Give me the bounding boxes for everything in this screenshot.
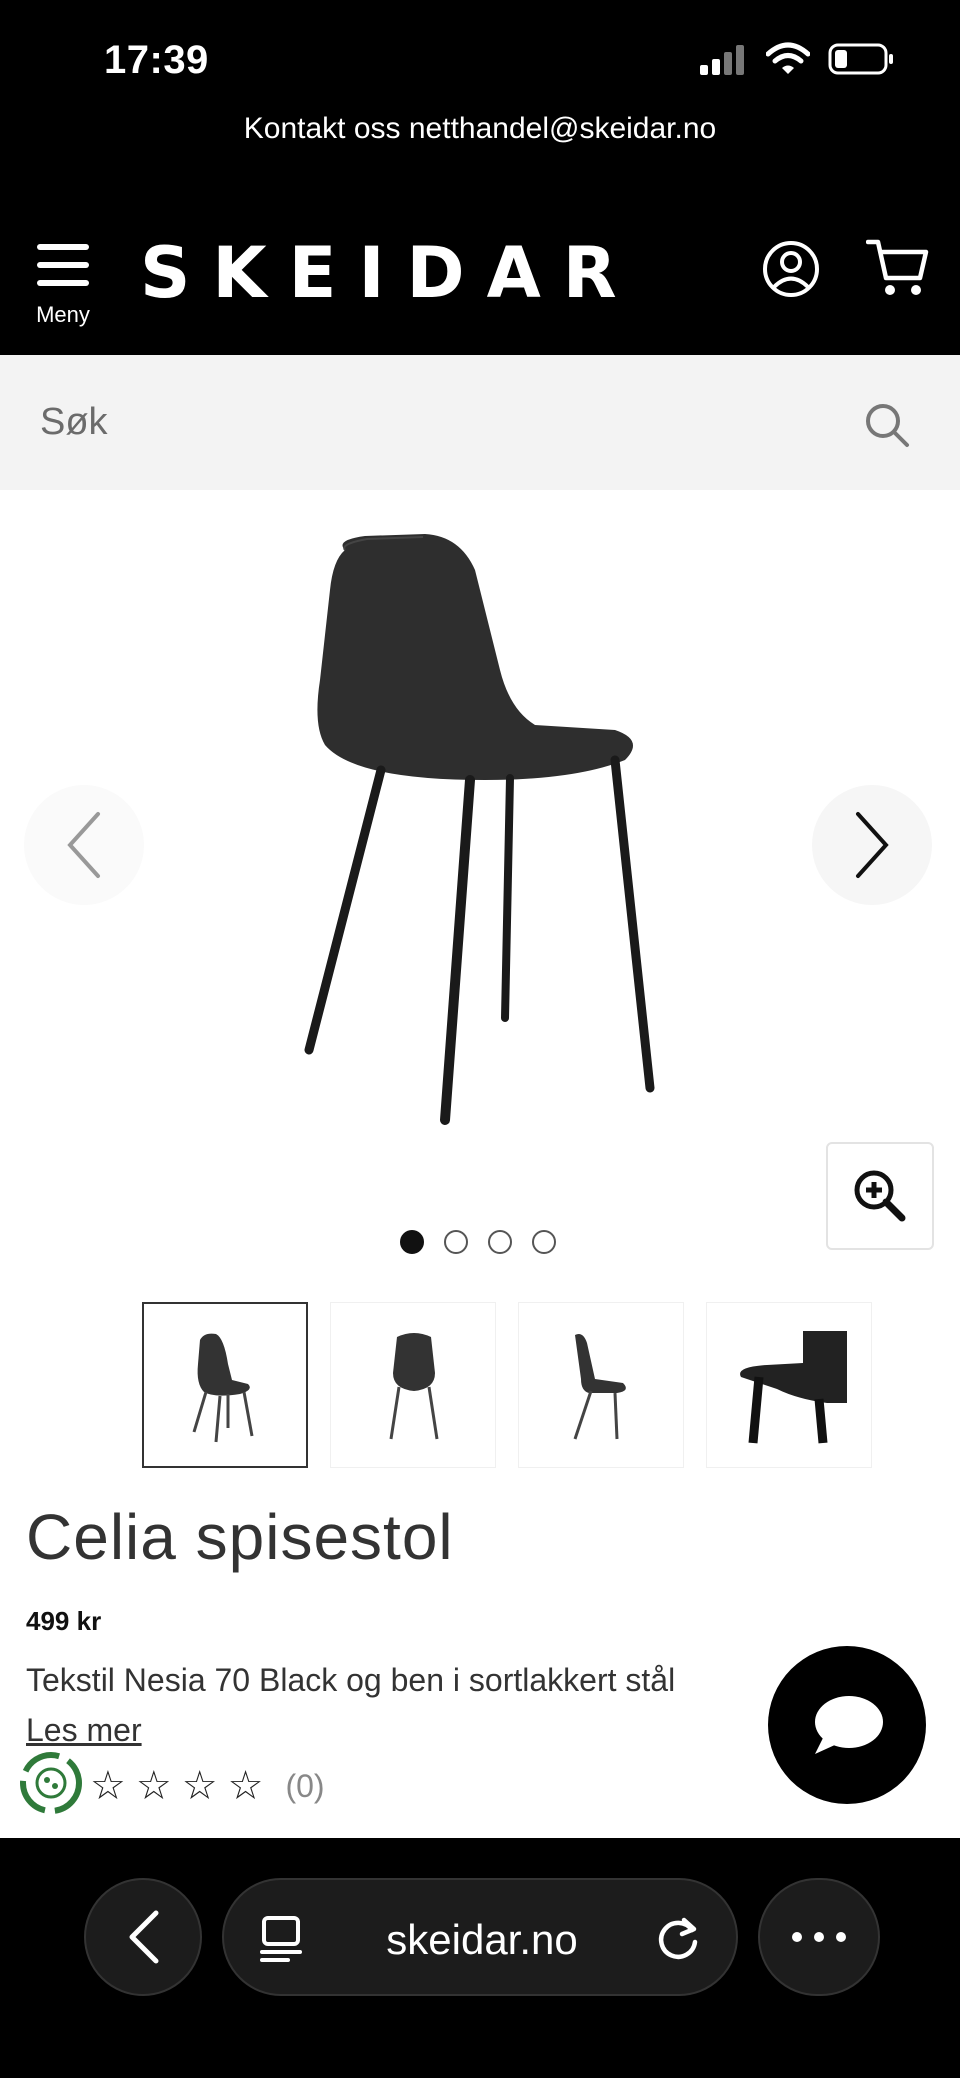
search-bar [0,355,960,490]
browser-back-button[interactable] [84,1878,202,1996]
next-image-button[interactable] [812,785,932,905]
product-rating[interactable]: ☆ ☆ ☆ ☆ (0) [90,1766,325,1806]
cart-icon[interactable] [866,238,930,298]
menu-label: Meny [36,302,90,327]
ellipsis-icon-dot [836,1932,846,1942]
product-price: 499 kr [26,1606,102,1636]
pagination-dot[interactable] [444,1230,468,1254]
thumbnail[interactable] [518,1302,684,1468]
account-icon[interactable] [762,240,820,298]
browser-toolbar: skeidar.no [0,1838,960,2078]
product-title: Celia spisestol [26,1501,454,1573]
hamburger-icon-bar [37,244,89,250]
read-more-link[interactable]: Les mer [26,1712,142,1749]
thumbnail-image [573,1334,626,1440]
more-options-button[interactable] [758,1878,880,1996]
battery-icon [828,43,893,75]
hamburger-icon-bar [37,280,89,286]
pagination-dot[interactable] [488,1230,512,1254]
star-empty-icon: ☆ [90,1764,126,1808]
chevron-left-icon [129,1910,159,1964]
thumbnail-image [389,1333,439,1440]
search-icon[interactable] [864,402,910,448]
brand-logo[interactable]: SKEIDAR [140,232,639,314]
signal-icon [700,45,744,75]
status-icons [700,42,894,76]
product-image[interactable] [285,530,685,1150]
ellipsis-icon-dot [814,1932,824,1942]
contact-text[interactable]: Kontakt oss netthandel@skeidar.no [0,112,960,146]
wifi-icon [766,42,810,74]
product-gallery [0,490,960,1290]
ellipsis-icon-dot [792,1932,802,1942]
chat-button[interactable] [768,1646,926,1804]
image-pagination [400,1230,556,1254]
star-empty-icon: ☆ [135,1764,172,1808]
address-bar[interactable]: skeidar.no [222,1878,738,1996]
hamburger-icon-bar [37,262,89,268]
thumbnail[interactable] [706,1302,872,1468]
thumbnail[interactable] [330,1302,496,1468]
previous-image-button[interactable] [24,785,144,905]
chevron-right-icon [856,812,889,878]
thumbnail-image [192,1333,254,1443]
rating-count: (0) [285,1767,325,1804]
pagination-dot[interactable] [400,1230,424,1254]
chat-bubble-icon [815,1696,883,1754]
star-empty-icon: ☆ [227,1764,264,1808]
zoom-button[interactable] [826,1142,934,1250]
top-header: 17:39 Kontakt oss netthandel@skeidar.no … [0,0,960,355]
thumbnail[interactable] [142,1302,308,1468]
zoom-in-icon [854,1170,906,1222]
chevron-left-icon [67,812,100,878]
thumbnail-image [740,1331,847,1444]
status-time: 17:39 [104,38,209,82]
star-empty-icon: ☆ [181,1764,218,1808]
product-description: Tekstil Nesia 70 Black og ben i sortlakk… [26,1662,676,1698]
reload-icon[interactable] [654,1914,702,1962]
menu-button[interactable]: Meny [28,240,98,330]
thumbnail-strip [142,1302,872,1468]
recycle-badge-icon[interactable] [16,1748,86,1818]
pagination-dot[interactable] [532,1230,556,1254]
search-input[interactable] [40,385,820,459]
